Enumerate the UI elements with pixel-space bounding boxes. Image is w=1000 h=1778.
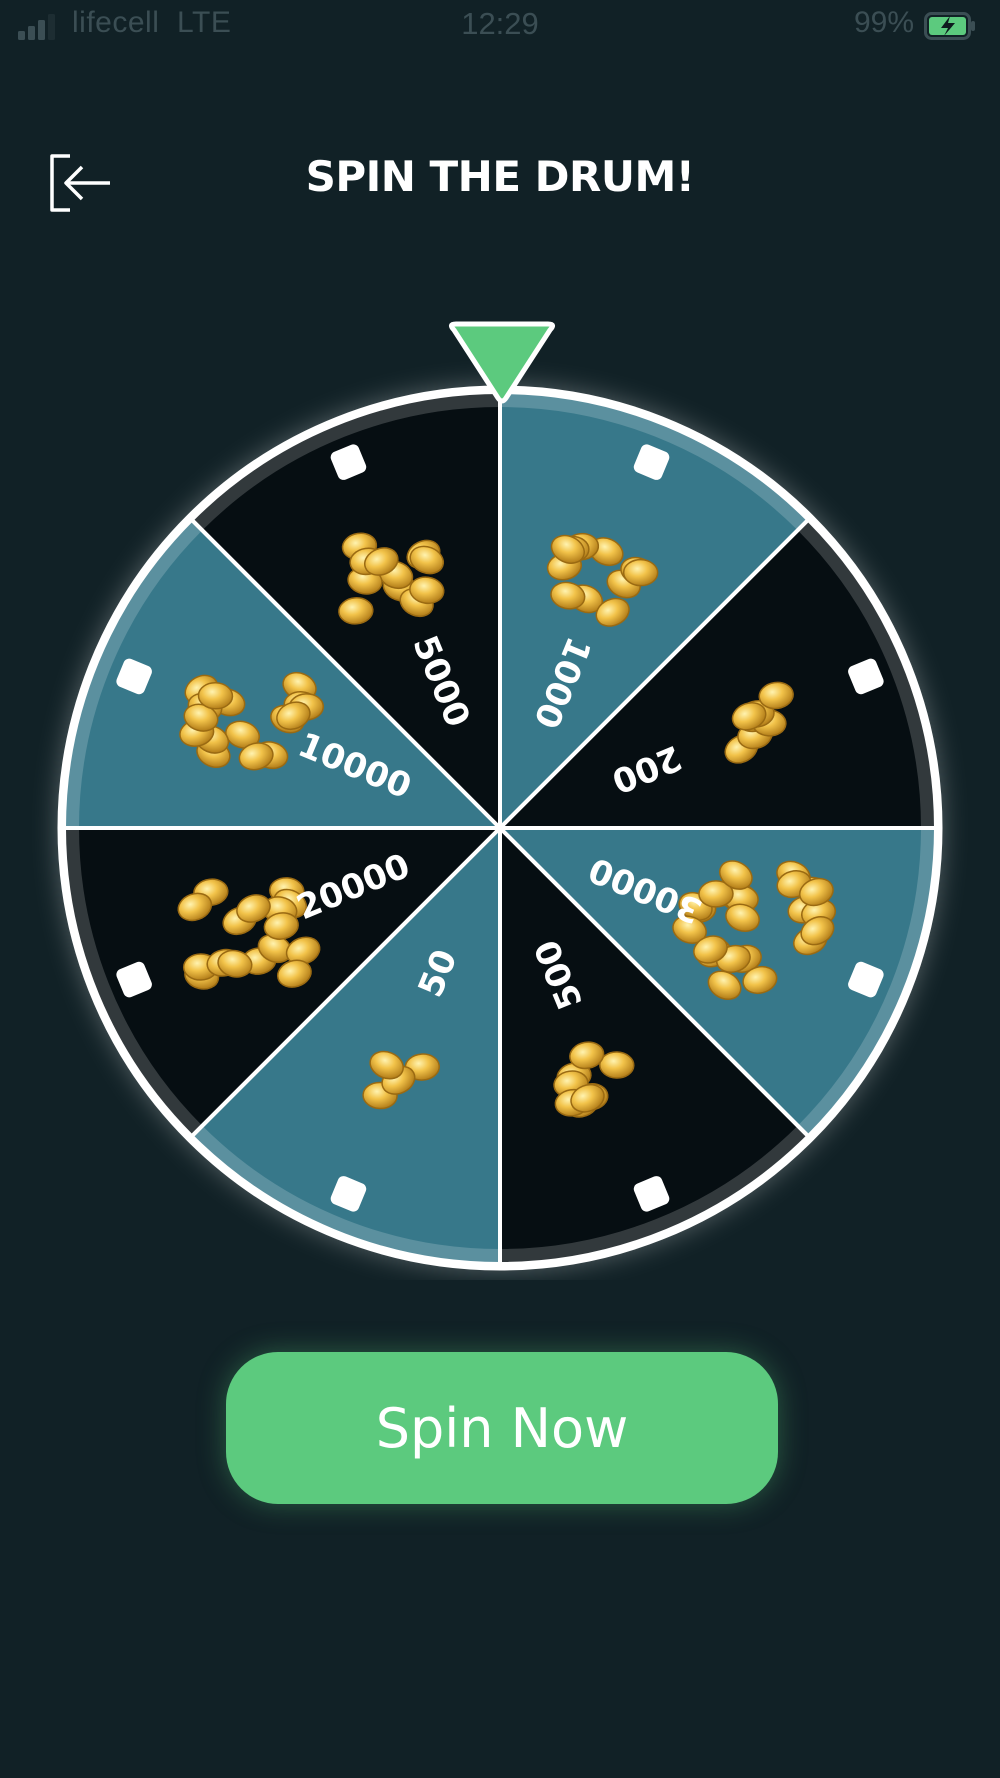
page-title: SPIN THE DRUM! <box>305 152 695 201</box>
battery-charging-icon <box>924 12 975 40</box>
prize-wheel[interactable]: 1000 200 30000 500 50 20000 10000 5000 <box>0 300 1000 1280</box>
status-bar: lifecell LTE 12:29 99% <box>0 0 1000 58</box>
status-time: 12:29 <box>461 6 539 41</box>
prize-wheel-graphic: 1000200300005005020000100005000 <box>57 321 943 1271</box>
battery-percent: 99% <box>853 6 914 39</box>
spin-now-button[interactable]: Spin Now <box>226 1352 778 1504</box>
